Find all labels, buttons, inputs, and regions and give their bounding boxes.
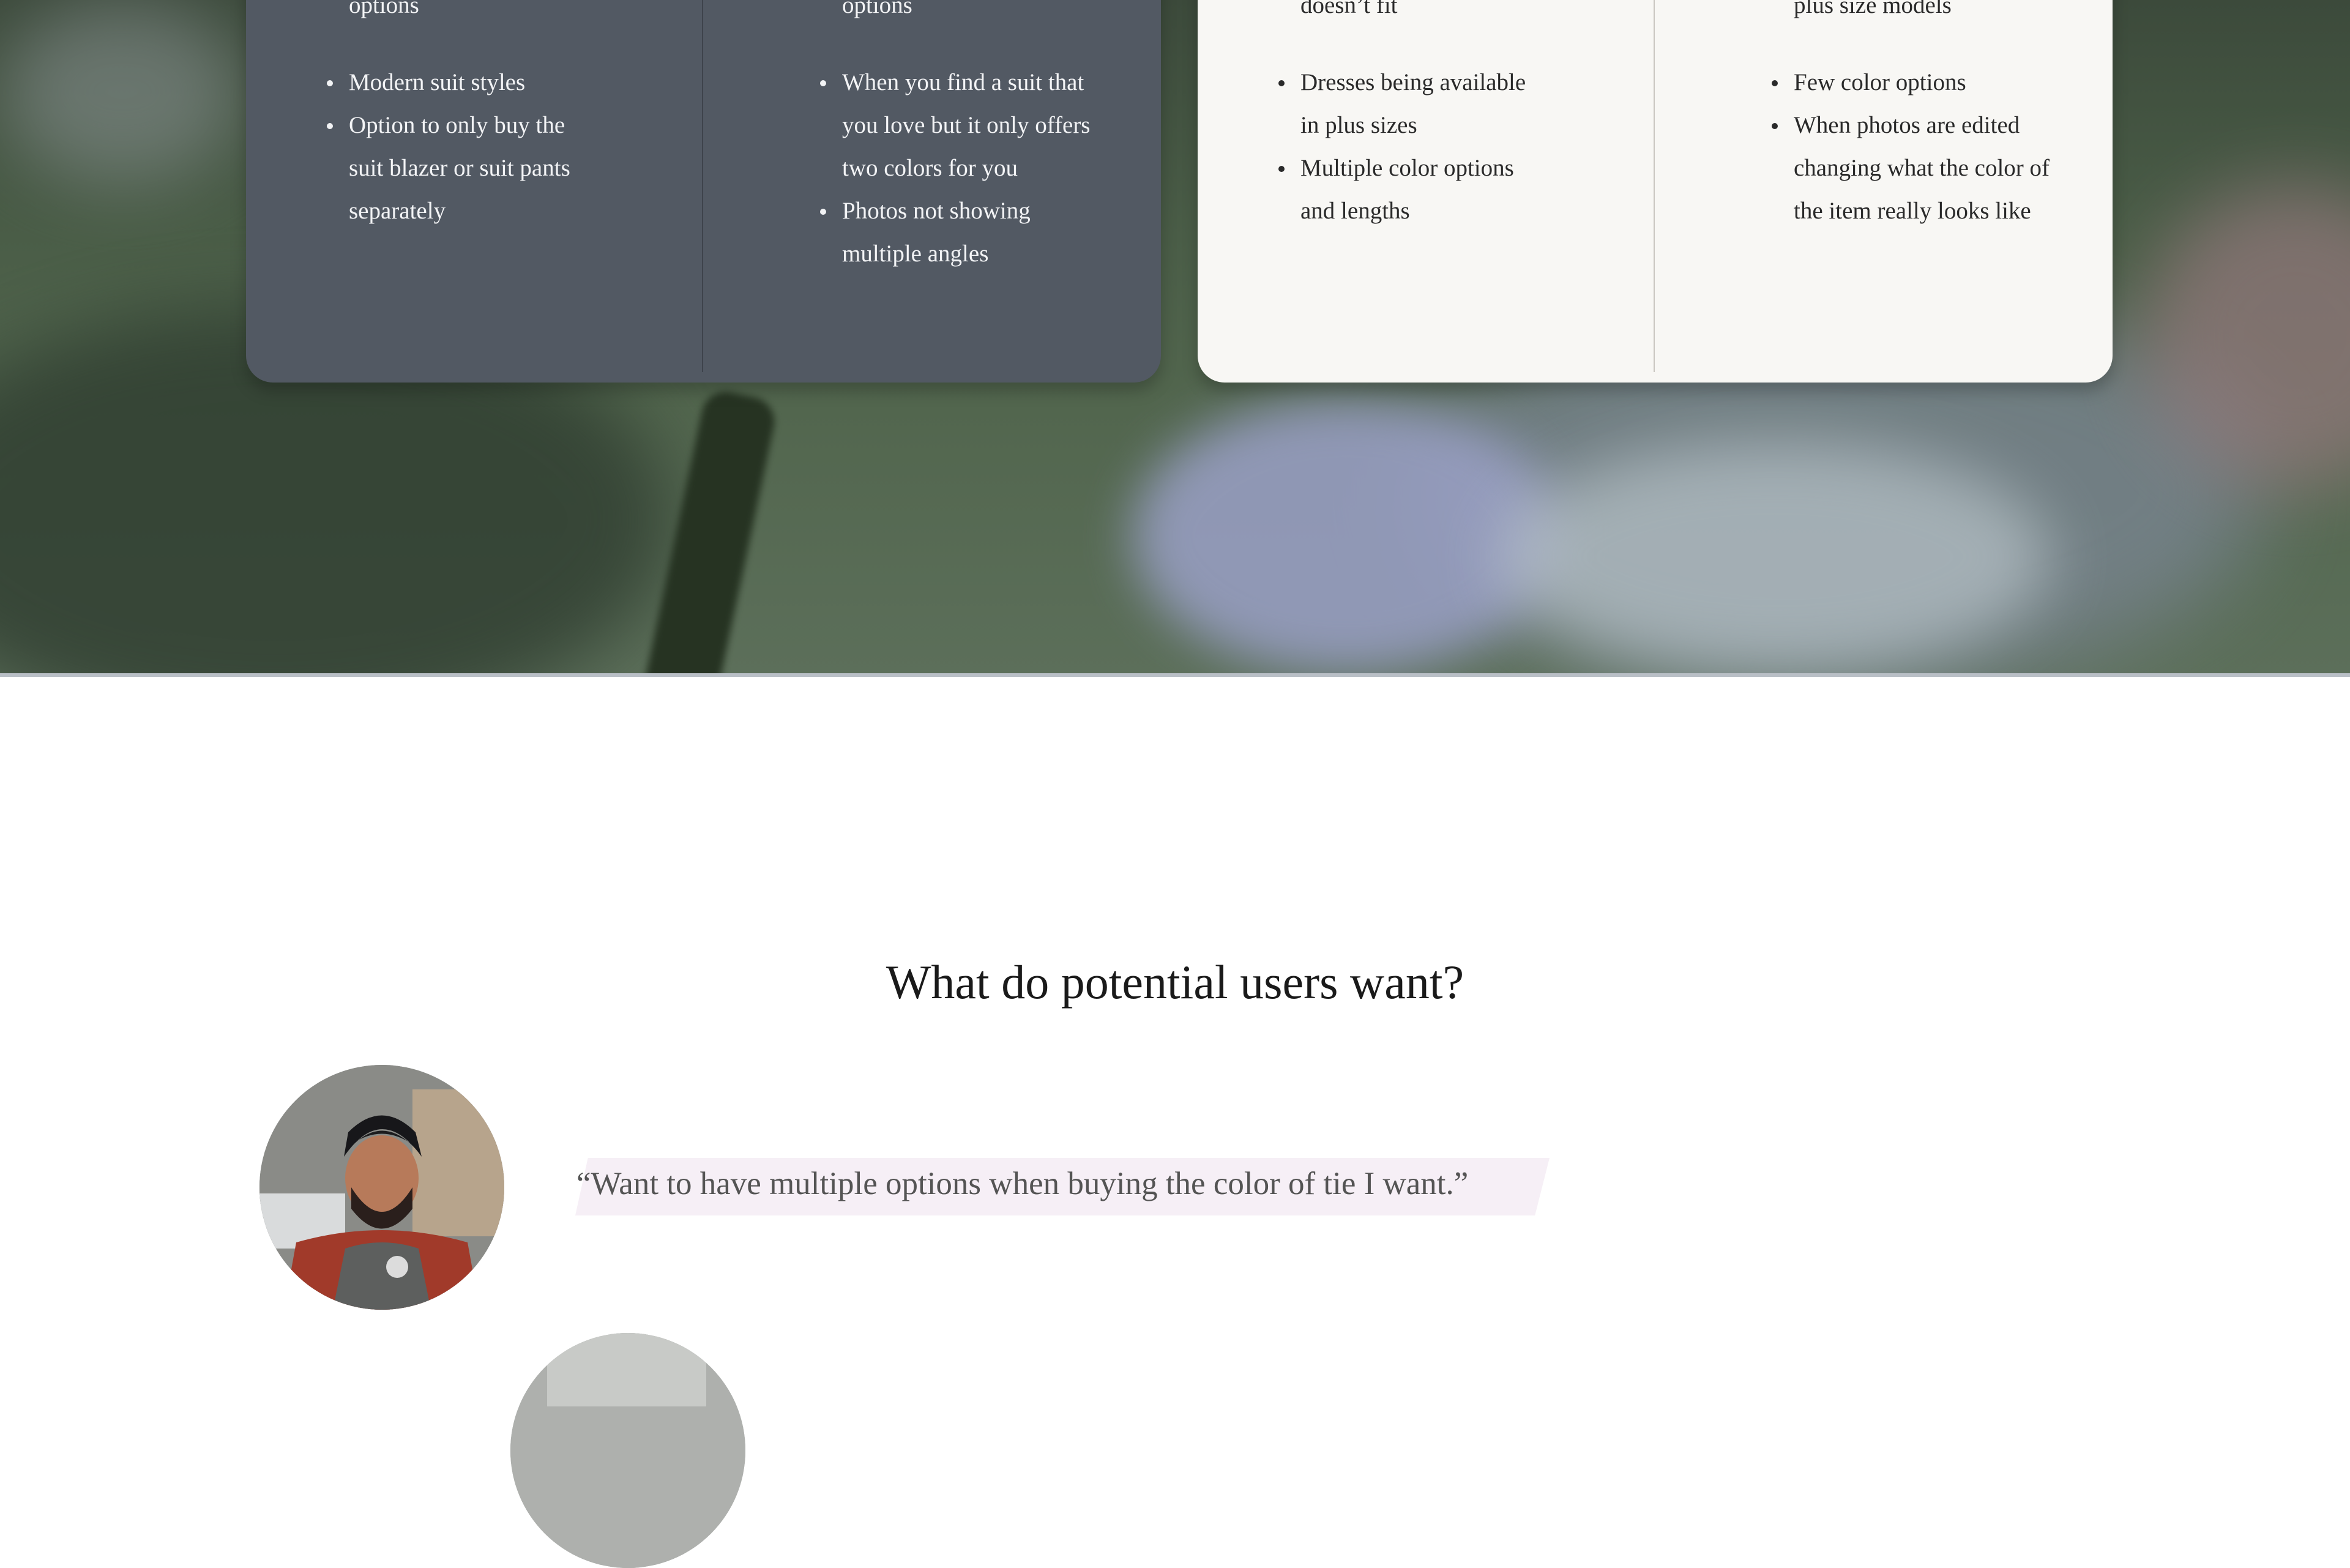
list-item: When photos are edited changing what the… bbox=[1772, 104, 2063, 233]
list-item: Multiple color options and lengths bbox=[1278, 147, 1545, 233]
card-divider bbox=[1654, 0, 1655, 372]
dresses-card: Free returns for what doesn’t fit Dresse… bbox=[1198, 0, 2113, 383]
list-item: Modern suit styles bbox=[327, 61, 594, 104]
suits-cons-list: Suits not available in long options When… bbox=[820, 0, 1105, 275]
dresses-pros-list: Free returns for what doesn’t fit Dresse… bbox=[1278, 0, 1545, 233]
suits-card: Multiple suit color options Modern suit … bbox=[246, 0, 1161, 383]
list-item: Photos not showing multiple angles bbox=[820, 190, 1105, 275]
user-avatar bbox=[259, 1065, 504, 1310]
list-item: Few color options bbox=[1772, 61, 2063, 104]
list-item: Option to only buy the suit blazer or su… bbox=[327, 104, 594, 233]
user-avatar bbox=[510, 1333, 745, 1568]
list-item: Does offer not including plus size model… bbox=[1794, 0, 2063, 27]
card-divider bbox=[702, 0, 703, 372]
user-portrait-image bbox=[259, 1065, 504, 1310]
list-item: Dresses being available in plus sizes bbox=[1278, 61, 1545, 147]
hero-bottom-edge bbox=[0, 673, 2350, 677]
user-portrait-image bbox=[510, 1333, 745, 1568]
suits-pros-list: Multiple suit color options Modern suit … bbox=[327, 0, 594, 233]
list-item: Multiple suit color options bbox=[349, 0, 594, 27]
section-title: What do potential users want? bbox=[886, 955, 1464, 1009]
user-quote: “Want to have multiple options when buyi… bbox=[576, 1166, 1469, 1201]
list-item: Free returns for what doesn’t fit bbox=[1300, 0, 1545, 27]
dresses-cons-list: Does offer not including plus size model… bbox=[1772, 0, 2063, 233]
list-item: Suits not available in long options bbox=[842, 0, 1105, 27]
list-item: When you find a suit that you love but i… bbox=[820, 61, 1105, 190]
